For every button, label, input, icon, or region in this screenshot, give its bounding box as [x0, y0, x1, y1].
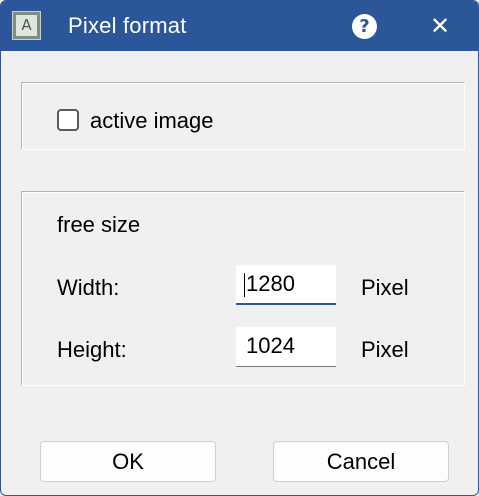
height-value: 1024 — [246, 333, 295, 358]
active-image-checkbox[interactable] — [57, 109, 79, 131]
width-input[interactable]: 1280 — [236, 265, 336, 305]
active-image-group: active image — [21, 82, 465, 150]
height-input[interactable]: 1024 — [236, 327, 336, 367]
pixel-format-dialog: A Pixel format ? ✕ active image free siz… — [0, 0, 479, 496]
app-icon: A — [12, 11, 41, 40]
close-icon[interactable]: ✕ — [425, 11, 455, 41]
free-size-group: free size Width: 1280 Pixel Height: 1024… — [21, 191, 465, 386]
text-caret — [244, 273, 245, 297]
app-icon-glyph: A — [16, 15, 37, 36]
free-size-heading: free size — [57, 212, 141, 237]
width-unit: Pixel — [361, 275, 409, 300]
ok-button[interactable]: OK — [40, 441, 216, 482]
height-unit: Pixel — [361, 337, 409, 362]
width-label: Width: — [57, 275, 120, 300]
height-label: Height: — [57, 337, 127, 362]
help-icon[interactable]: ? — [352, 14, 377, 39]
width-value: 1280 — [246, 271, 295, 296]
cancel-button[interactable]: Cancel — [273, 441, 449, 482]
window-title: Pixel format — [68, 13, 187, 38]
active-image-label[interactable]: active image — [90, 108, 214, 134]
title-bar[interactable]: A Pixel format ? ✕ — [1, 1, 478, 51]
